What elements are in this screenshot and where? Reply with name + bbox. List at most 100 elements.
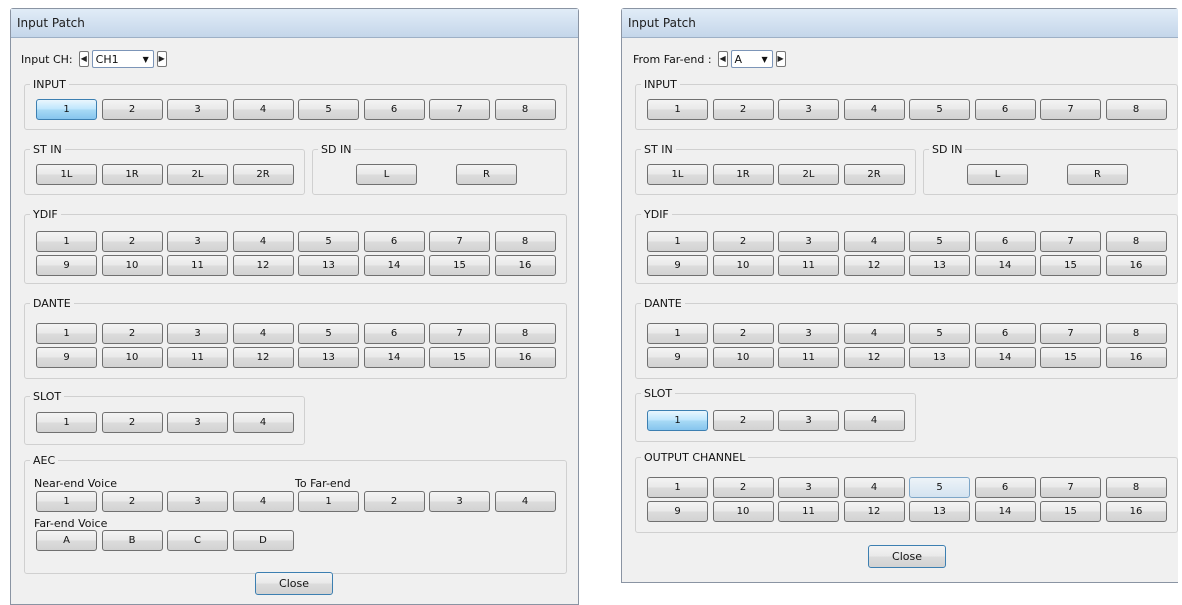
stin-button-2r[interactable]: 2R — [232, 164, 294, 185]
sdin-button-r[interactable]: R — [1067, 164, 1128, 185]
stin-button-2l[interactable]: 2L — [167, 164, 228, 185]
ydif-button-6[interactable]: 6 — [363, 231, 425, 252]
dante-button-1[interactable]: 1 — [647, 323, 708, 344]
ydif-button-4[interactable]: 4 — [232, 231, 294, 252]
output-button-14[interactable]: 14 — [974, 501, 1036, 522]
aec-button-4[interactable]: 4 — [494, 491, 556, 512]
slot-button-3[interactable]: 3 — [778, 410, 839, 431]
dante-button-5[interactable]: 5 — [298, 323, 359, 344]
output-button-9[interactable]: 9 — [647, 501, 708, 522]
input-button-8[interactable]: 8 — [1105, 99, 1167, 120]
aec-button-3[interactable]: 3 — [167, 491, 228, 512]
slot-button-2[interactable]: 2 — [101, 412, 163, 433]
dante-button-4[interactable]: 4 — [843, 323, 905, 344]
dante-button-2[interactable]: 2 — [712, 323, 774, 344]
dante-button-14[interactable]: 14 — [974, 347, 1036, 368]
output-button-6[interactable]: 6 — [974, 477, 1036, 498]
ydif-button-14[interactable]: 14 — [363, 255, 425, 276]
dante-button-7[interactable]: 7 — [429, 323, 490, 344]
ydif-button-3[interactable]: 3 — [778, 231, 839, 252]
slot-button-4[interactable]: 4 — [843, 410, 905, 431]
output-button-16[interactable]: 16 — [1105, 501, 1167, 522]
input-button-3[interactable]: 3 — [167, 99, 228, 120]
ydif-button-14[interactable]: 14 — [974, 255, 1036, 276]
dante-button-14[interactable]: 14 — [363, 347, 425, 368]
input-button-8[interactable]: 8 — [494, 99, 556, 120]
input-button-4[interactable]: 4 — [843, 99, 905, 120]
ydif-button-5[interactable]: 5 — [909, 231, 970, 252]
dante-button-10[interactable]: 10 — [101, 347, 163, 368]
ydif-button-5[interactable]: 5 — [298, 231, 359, 252]
dante-button-7[interactable]: 7 — [1040, 323, 1101, 344]
left-arrow-icon[interactable]: ◀ — [717, 51, 728, 67]
ydif-button-3[interactable]: 3 — [167, 231, 228, 252]
sdin-button-l[interactable]: L — [967, 164, 1028, 185]
dante-button-15[interactable]: 15 — [1040, 347, 1101, 368]
ydif-button-6[interactable]: 6 — [974, 231, 1036, 252]
dante-button-11[interactable]: 11 — [167, 347, 228, 368]
ydif-button-11[interactable]: 11 — [167, 255, 228, 276]
dante-button-16[interactable]: 16 — [494, 347, 556, 368]
ydif-button-16[interactable]: 16 — [494, 255, 556, 276]
ydif-button-10[interactable]: 10 — [101, 255, 163, 276]
dante-button-1[interactable]: 1 — [36, 323, 97, 344]
dante-button-3[interactable]: 3 — [167, 323, 228, 344]
dante-button-9[interactable]: 9 — [647, 347, 708, 368]
dante-button-10[interactable]: 10 — [712, 347, 774, 368]
ydif-button-8[interactable]: 8 — [1105, 231, 1167, 252]
dante-button-6[interactable]: 6 — [363, 323, 425, 344]
aec-button-d[interactable]: D — [232, 530, 294, 551]
dante-button-16[interactable]: 16 — [1105, 347, 1167, 368]
aec-button-1[interactable]: 1 — [298, 491, 359, 512]
output-button-1[interactable]: 1 — [647, 477, 708, 498]
dante-button-3[interactable]: 3 — [778, 323, 839, 344]
output-button-5[interactable]: 5 — [909, 477, 970, 498]
aec-button-a[interactable]: A — [36, 530, 97, 551]
dante-button-4[interactable]: 4 — [232, 323, 294, 344]
stin-button-1l[interactable]: 1L — [647, 164, 708, 185]
dante-button-8[interactable]: 8 — [1105, 323, 1167, 344]
ydif-button-2[interactable]: 2 — [712, 231, 774, 252]
stin-button-2l[interactable]: 2L — [778, 164, 839, 185]
dante-button-5[interactable]: 5 — [909, 323, 970, 344]
sdin-button-l[interactable]: L — [356, 164, 417, 185]
input-button-1[interactable]: 1 — [36, 99, 97, 120]
ydif-button-7[interactable]: 7 — [1040, 231, 1101, 252]
aec-button-1[interactable]: 1 — [36, 491, 97, 512]
input-button-2[interactable]: 2 — [101, 99, 163, 120]
sdin-button-r[interactable]: R — [456, 164, 517, 185]
ydif-button-1[interactable]: 1 — [647, 231, 708, 252]
stin-button-1l[interactable]: 1L — [36, 164, 97, 185]
ydif-button-1[interactable]: 1 — [36, 231, 97, 252]
ydif-button-12[interactable]: 12 — [843, 255, 905, 276]
output-button-15[interactable]: 15 — [1040, 501, 1101, 522]
stin-button-2r[interactable]: 2R — [843, 164, 905, 185]
dante-button-13[interactable]: 13 — [909, 347, 970, 368]
input-button-6[interactable]: 6 — [363, 99, 425, 120]
aec-button-2[interactable]: 2 — [101, 491, 163, 512]
aec-button-4[interactable]: 4 — [232, 491, 294, 512]
ydif-button-10[interactable]: 10 — [712, 255, 774, 276]
aec-button-3[interactable]: 3 — [429, 491, 490, 512]
output-button-8[interactable]: 8 — [1105, 477, 1167, 498]
ydif-button-8[interactable]: 8 — [494, 231, 556, 252]
close-button[interactable]: Close — [868, 545, 946, 568]
dante-button-8[interactable]: 8 — [494, 323, 556, 344]
ydif-button-7[interactable]: 7 — [429, 231, 490, 252]
dante-button-15[interactable]: 15 — [429, 347, 490, 368]
ydif-button-15[interactable]: 15 — [429, 255, 490, 276]
output-button-2[interactable]: 2 — [712, 477, 774, 498]
right-arrow-icon[interactable]: ▶ — [775, 51, 786, 67]
ydif-button-2[interactable]: 2 — [101, 231, 163, 252]
ydif-button-13[interactable]: 13 — [909, 255, 970, 276]
input-ch-dropdown[interactable]: CH1 ▼ — [91, 50, 154, 68]
slot-button-1[interactable]: 1 — [36, 412, 97, 433]
ydif-button-15[interactable]: 15 — [1040, 255, 1101, 276]
slot-button-4[interactable]: 4 — [232, 412, 294, 433]
left-arrow-icon[interactable]: ◀ — [78, 51, 89, 67]
output-button-11[interactable]: 11 — [778, 501, 839, 522]
input-button-5[interactable]: 5 — [909, 99, 970, 120]
input-button-4[interactable]: 4 — [232, 99, 294, 120]
dante-button-13[interactable]: 13 — [298, 347, 359, 368]
output-button-13[interactable]: 13 — [909, 501, 970, 522]
